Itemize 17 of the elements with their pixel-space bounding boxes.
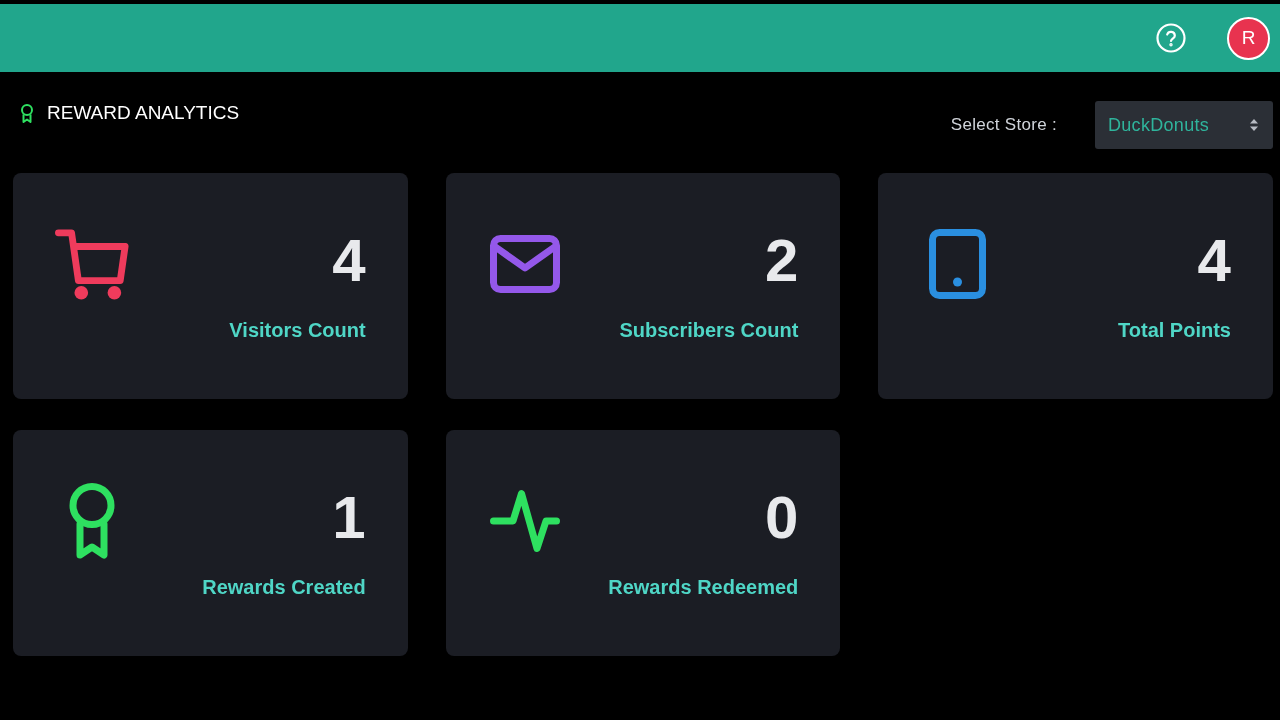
- stat-value: 1: [332, 488, 366, 548]
- stat-value: 4: [332, 231, 366, 291]
- help-icon[interactable]: [1156, 23, 1186, 53]
- stat-value: 0: [764, 488, 799, 548]
- stat-label: Rewards Redeemed: [608, 575, 799, 599]
- award-icon: [20, 103, 34, 123]
- sort-caret-icon: [1250, 119, 1258, 131]
- stat-label: Rewards Created: [202, 575, 366, 599]
- stat-label: Visitors Count: [229, 318, 366, 342]
- user-avatar[interactable]: R: [1227, 16, 1270, 60]
- stat-value: 2: [764, 231, 799, 291]
- select-store-label: Select Store :: [950, 114, 1057, 137]
- store-select[interactable]: DuckDonuts: [1095, 101, 1273, 149]
- stat-label: Subscribers Count: [619, 318, 799, 342]
- page-title: REWARD ANALYTICS: [47, 102, 240, 124]
- stat-label: Total Points: [1118, 318, 1231, 342]
- stat-value: 4: [1197, 231, 1231, 291]
